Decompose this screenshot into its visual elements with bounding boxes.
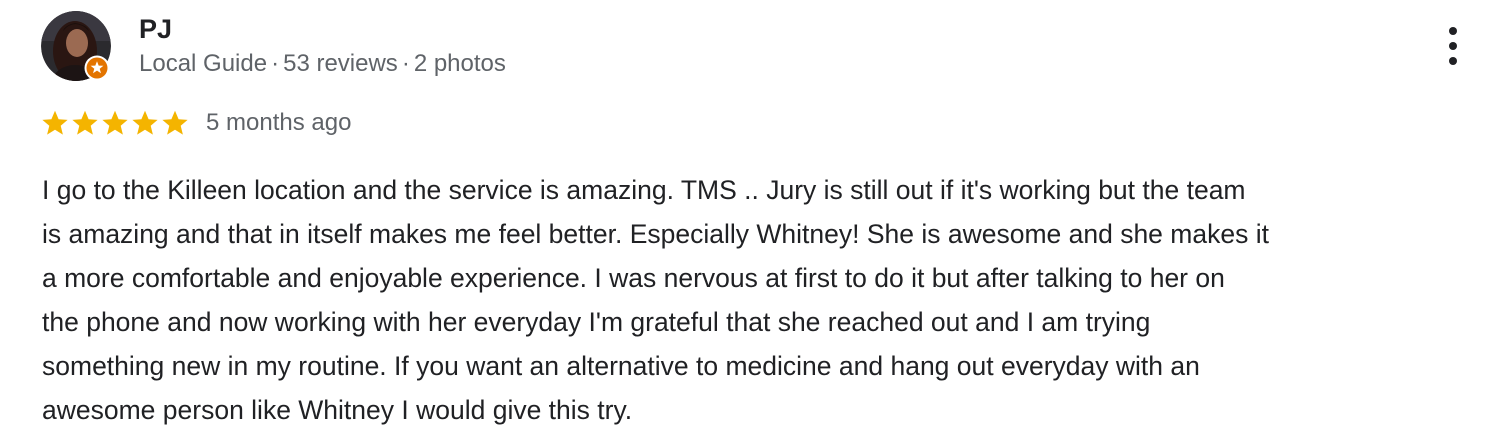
- review-text-line: awesome person like Whitney I would give…: [42, 395, 633, 425]
- review-date: 5 months ago: [206, 109, 352, 136]
- review-card: PJ Local Guide · 53 reviews · 2 photos 5 mon…: [0, 0, 1502, 428]
- star-icon: [131, 109, 159, 137]
- review-text-line: is amazing and that in itself makes me f…: [42, 219, 1269, 249]
- rating-row: 5 months ago: [41, 106, 351, 140]
- star-icon: [161, 109, 189, 137]
- reviewer-name[interactable]: PJ: [139, 14, 172, 44]
- reviewer-avatar[interactable]: [41, 11, 113, 83]
- star-icon: [101, 109, 129, 137]
- photo-count: 2 photos: [413, 50, 506, 77]
- local-guide-label: Local Guide: [139, 50, 268, 77]
- reviewer-meta: Local Guide · 53 reviews · 2 photos: [139, 50, 506, 78]
- more-vert-icon: [1449, 42, 1457, 50]
- meta-separator: ·: [401, 50, 410, 77]
- more-options-button[interactable]: [1436, 24, 1470, 68]
- review-text-line: something new in my routine. If you want…: [42, 351, 1200, 381]
- review-count: 53 reviews: [283, 50, 398, 77]
- more-vert-icon: [1449, 27, 1457, 35]
- local-guide-star-icon: [84, 55, 110, 81]
- star-rating: [41, 109, 189, 137]
- review-text-line: I go to the Killeen location and the ser…: [42, 175, 1246, 205]
- review-text-line: the phone and now working with her every…: [42, 307, 1151, 337]
- star-icon: [71, 109, 99, 137]
- review-text-line: a more comfortable and enjoyable experie…: [42, 263, 1225, 293]
- more-vert-icon: [1449, 57, 1457, 65]
- review-text: I go to the Killeen location and the ser…: [42, 168, 1482, 428]
- star-icon: [41, 109, 69, 137]
- meta-separator: ·: [271, 50, 280, 77]
